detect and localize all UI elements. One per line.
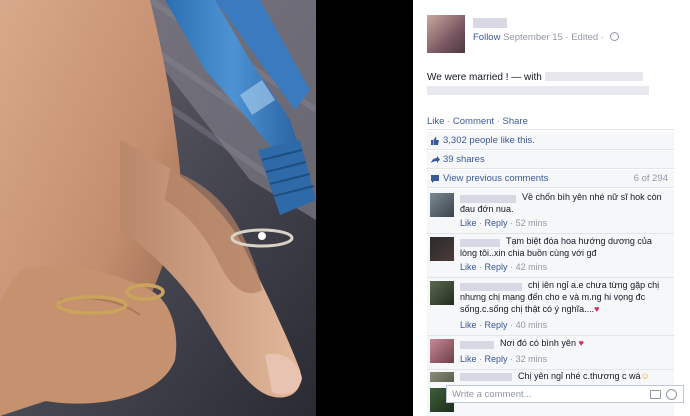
action-separator: · (447, 116, 451, 127)
meta-separator: · (479, 320, 483, 330)
comment-reply-link[interactable]: Reply (485, 262, 508, 272)
tagged-people-redacted (544, 72, 643, 81)
meta-separator: · (479, 262, 483, 272)
camera-icon[interactable] (650, 390, 661, 399)
commenter-avatar[interactable] (430, 237, 454, 261)
like-link[interactable]: Like (427, 116, 444, 127)
comment-meta: Like · Reply · 52 mins (460, 218, 547, 228)
comment-text: chị iên ngỉ a.e chưa từng gặp chị nhưng … (460, 279, 670, 315)
photo-pane (0, 0, 316, 416)
meta-separator: · (510, 354, 514, 364)
speech-bubble-icon (431, 175, 439, 183)
comment-text-body: chị iên ngỉ a.e chưa từng gặp chị nhưng … (460, 280, 660, 314)
likes-summary[interactable]: 3,302 people like this. (427, 132, 674, 150)
comment-text-body: Nơi đó có bình yên (500, 338, 576, 348)
write-comment-placeholder: Write a comment... (452, 389, 532, 400)
commenter-avatar[interactable] (430, 339, 454, 363)
meta-separator: · (479, 354, 483, 364)
comment-time[interactable]: 42 mins (516, 262, 548, 272)
comment-link[interactable]: Comment (453, 116, 494, 127)
commenter-avatar[interactable] (430, 372, 454, 382)
smiley-icon[interactable] (666, 389, 677, 400)
post-text: We were married ! — with (427, 72, 643, 83)
heart-emoji: ♥ (578, 338, 584, 348)
comment-reply-link[interactable]: Reply (485, 320, 508, 330)
poster-avatar[interactable] (427, 15, 465, 53)
shares-summary[interactable]: 39 shares (427, 151, 674, 169)
comment-item: Nơi đó có bình yên ♥ Like · Reply · 32 m… (427, 335, 674, 370)
comment-text: Tạm biệt đóa hoa hướng dương của lòng tô… (460, 236, 652, 258)
comment-text: Về chốn bìh yên nhé nữ sĩ hok còn đau đớ… (460, 192, 662, 214)
share-arrow-icon (431, 156, 440, 163)
meta-separator: · (510, 320, 514, 330)
comment-reply-link[interactable]: Reply (485, 218, 508, 228)
commenter-avatar[interactable] (430, 193, 454, 217)
meta-separator: · (510, 262, 514, 272)
tagged-people-redacted-line (427, 86, 649, 95)
comment-time[interactable]: 40 mins (516, 320, 548, 330)
heart-emoji: ♥ (594, 304, 600, 314)
follow-link[interactable]: Follow (473, 32, 500, 43)
comment-text-body: Chị yên ngỉ nhé c.thương c wá (518, 371, 641, 381)
comment-time[interactable]: 52 mins (516, 218, 548, 228)
comment-text: Nơi đó có bình yên ♥ (460, 337, 670, 349)
comment-item: Về chốn bìh yên nhé nữ sĩ hok còn đau đớ… (427, 189, 674, 234)
comment-like-link[interactable]: Like (460, 218, 477, 228)
view-previous-comments[interactable]: View previous comments (443, 173, 548, 184)
comment-text: Chị yên ngỉ nhé c.thương c wá☺ (460, 370, 670, 382)
commenter-avatar[interactable] (430, 281, 454, 305)
post-date: September 15 · Edited · (503, 32, 604, 43)
comment-counter: 6 of 294 (633, 173, 668, 184)
meta-separator: · (510, 218, 514, 228)
comment-item: chị iên ngỉ a.e chưa từng gặp chị nhưng … (427, 277, 674, 336)
shares-count[interactable]: 39 shares (443, 154, 485, 165)
comment-like-link[interactable]: Like (460, 262, 477, 272)
divider (427, 129, 674, 130)
comment-reply-link[interactable]: Reply (485, 354, 508, 364)
smiley-emoji: ☺ (640, 371, 650, 381)
meta-separator: · (479, 218, 483, 228)
comment-meta: Like · Reply · 40 mins (460, 320, 547, 330)
wedding-rings-photo (0, 0, 316, 416)
comment-meta: Like · Reply · 32 mins (460, 354, 547, 364)
comment-item: Tạm biệt đóa hoa hướng dương của lòng tô… (427, 233, 674, 278)
likes-count[interactable]: 3,302 people like this. (443, 135, 535, 146)
comment-meta: Like · Reply · 42 mins (460, 262, 547, 272)
comment-time[interactable]: 32 mins (516, 354, 548, 364)
comment-like-link[interactable]: Like (460, 354, 477, 364)
thumbs-up-icon (431, 137, 439, 145)
share-link[interactable]: Share (503, 116, 528, 127)
post-sidebar: Follow September 15 · Edited · We were m… (413, 0, 690, 416)
action-separator: · (496, 116, 500, 127)
post-meta: Follow September 15 · Edited · (473, 32, 619, 43)
poster-name-redacted (473, 18, 507, 28)
post-text-body: We were married ! — with (427, 72, 542, 83)
post-actions: Like · Comment · Share (427, 116, 528, 127)
write-comment-input[interactable]: Write a comment... (446, 385, 684, 403)
comment-like-link[interactable]: Like (460, 320, 477, 330)
globe-icon (609, 32, 619, 41)
comment-list: Về chốn bìh yên nhé nữ sĩ hok còn đau đớ… (427, 189, 674, 416)
view-previous-row[interactable]: View previous comments 6 of 294 (427, 170, 674, 188)
